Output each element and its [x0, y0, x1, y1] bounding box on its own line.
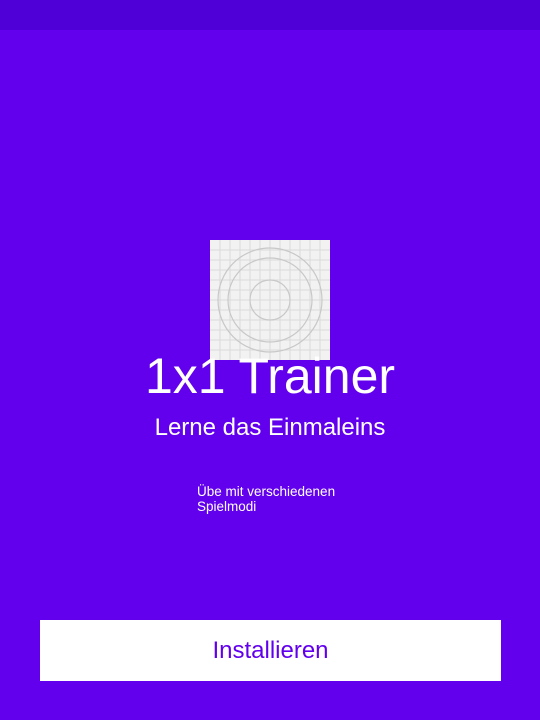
feature-text: Übe mit verschiedenen Spielmodi — [197, 484, 336, 514]
app-subtitle: Lerne das Einmaleins — [154, 414, 386, 441]
app-title: 1x1 Trainer — [144, 348, 396, 404]
status-bar — [0, 0, 540, 30]
app-icon — [210, 240, 330, 360]
placeholder-icon — [210, 240, 330, 360]
install-button[interactable]: Installieren — [40, 620, 501, 681]
